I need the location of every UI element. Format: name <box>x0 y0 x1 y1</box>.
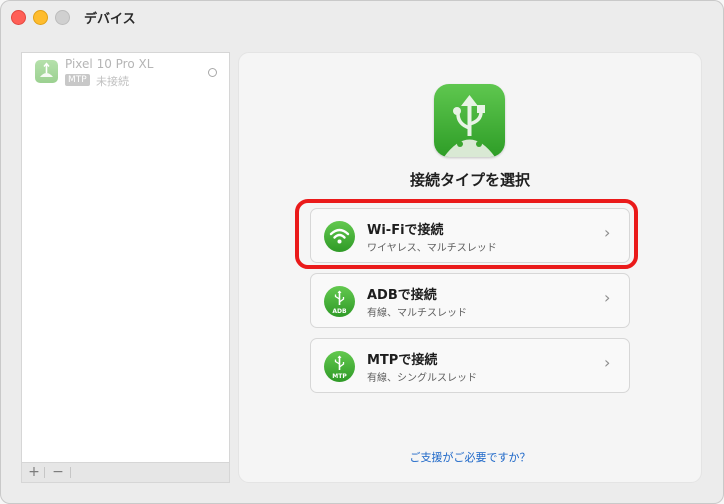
device-status: 未接続 <box>96 75 129 88</box>
zoom-window-button[interactable] <box>55 10 70 25</box>
window-title: デバイス <box>84 12 136 27</box>
mtp-connect-option[interactable]: MTP MTPで接続 有線、シングルスレッド › <box>310 338 630 393</box>
adb-connect-option[interactable]: ADB ADBで接続 有線、マルチスレッド › <box>310 273 630 328</box>
usb-icon: ADB <box>324 286 355 317</box>
connection-type-badge: MTP <box>65 74 90 86</box>
device-sidebar: Pixel 10 Pro XL MTP 未接続 + − <box>21 52 230 483</box>
help-link[interactable]: ご支援がご必要ですか？ <box>239 449 701 465</box>
chevron-right-icon: › <box>604 353 611 372</box>
usb-icon: MTP <box>324 351 355 382</box>
device-list-item[interactable]: Pixel 10 Pro XL MTP 未接続 <box>22 53 229 93</box>
panel-title: 接続タイプを選択 <box>409 171 530 189</box>
sidebar-toolbar: + − <box>22 462 229 482</box>
add-device-button[interactable]: + <box>25 463 43 482</box>
android-device-icon <box>35 60 58 83</box>
close-window-button[interactable] <box>11 10 26 25</box>
option-subtitle: 有線、シングルスレッド <box>367 373 477 384</box>
toolbar-divider <box>44 467 45 478</box>
usb-icon-label: MTP <box>332 373 347 380</box>
chevron-right-icon: › <box>604 288 611 307</box>
usb-icon-label: ADB <box>332 308 347 315</box>
wifi-option-highlight <box>295 199 638 269</box>
remove-device-button[interactable]: − <box>49 463 67 482</box>
device-radio-button[interactable] <box>208 68 217 77</box>
minimize-window-button[interactable] <box>33 10 48 25</box>
device-name: Pixel 10 Pro XL <box>65 57 154 71</box>
toolbar-divider <box>70 467 71 478</box>
option-title: MTPで接続 <box>367 353 438 368</box>
option-subtitle: 有線、マルチスレッド <box>367 308 467 319</box>
title-bar: デバイス <box>0 0 724 32</box>
app-window: デバイス Pixel 10 Pro XL MTP 未接続 + − 接続タイプを選… <box>0 0 724 504</box>
option-title: ADBで接続 <box>367 288 437 303</box>
app-logo-icon <box>434 84 505 157</box>
